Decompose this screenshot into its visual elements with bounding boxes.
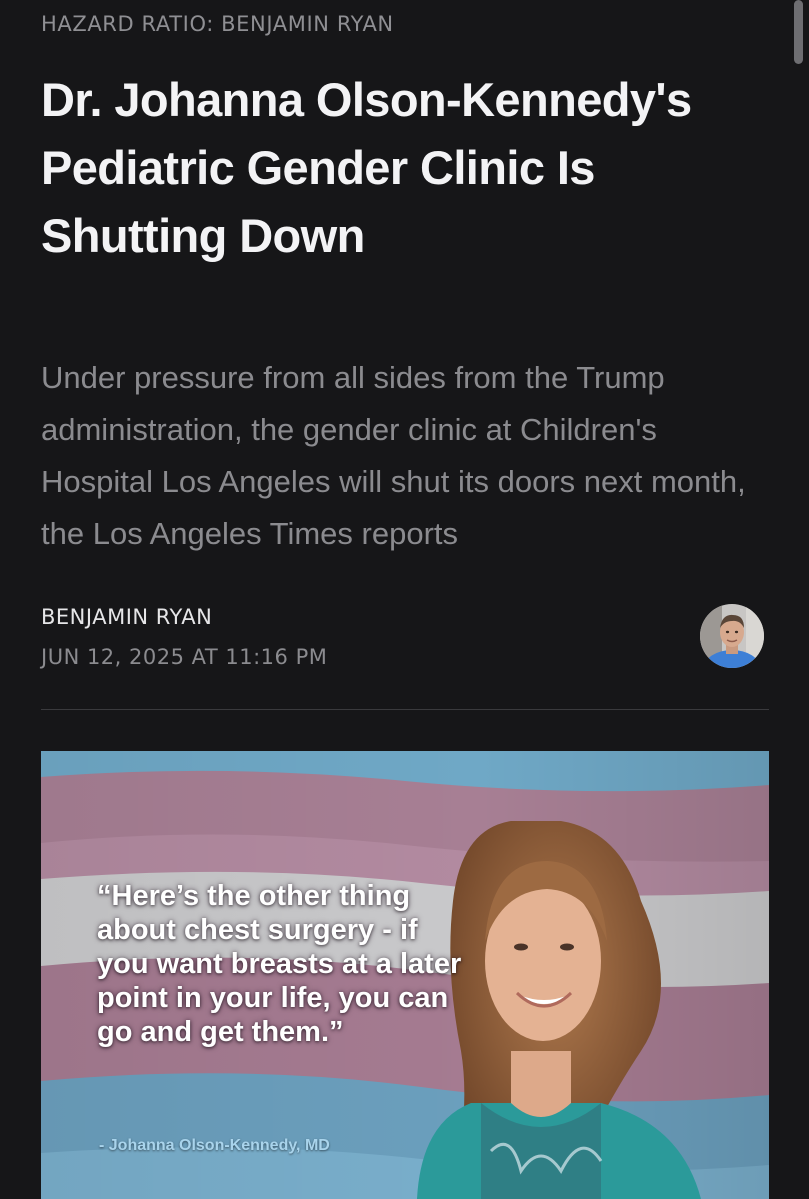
article-title: Dr. Johanna Olson-Kennedy's Pediatric Ge… — [41, 73, 692, 262]
divider — [41, 709, 769, 710]
scrollbar[interactable] — [794, 0, 803, 64]
author-name[interactable]: BENJAMIN RYAN — [41, 605, 212, 629]
hero-image[interactable]: “Here’s the other thing about chest surg… — [41, 751, 769, 1199]
publication-name[interactable]: HAZARD RATIO: BENJAMIN RYAN — [41, 12, 394, 36]
article-subtitle: Under pressure from all sides from the T… — [41, 360, 746, 551]
hero-quote: “Here’s the other thing about chest surg… — [97, 880, 462, 1048]
quote-attribution: - Johanna Olson-Kennedy, MD — [99, 1137, 330, 1154]
author-avatar[interactable] — [700, 604, 764, 668]
publish-date: JUN 12, 2025 AT 11:16 PM — [41, 645, 328, 669]
